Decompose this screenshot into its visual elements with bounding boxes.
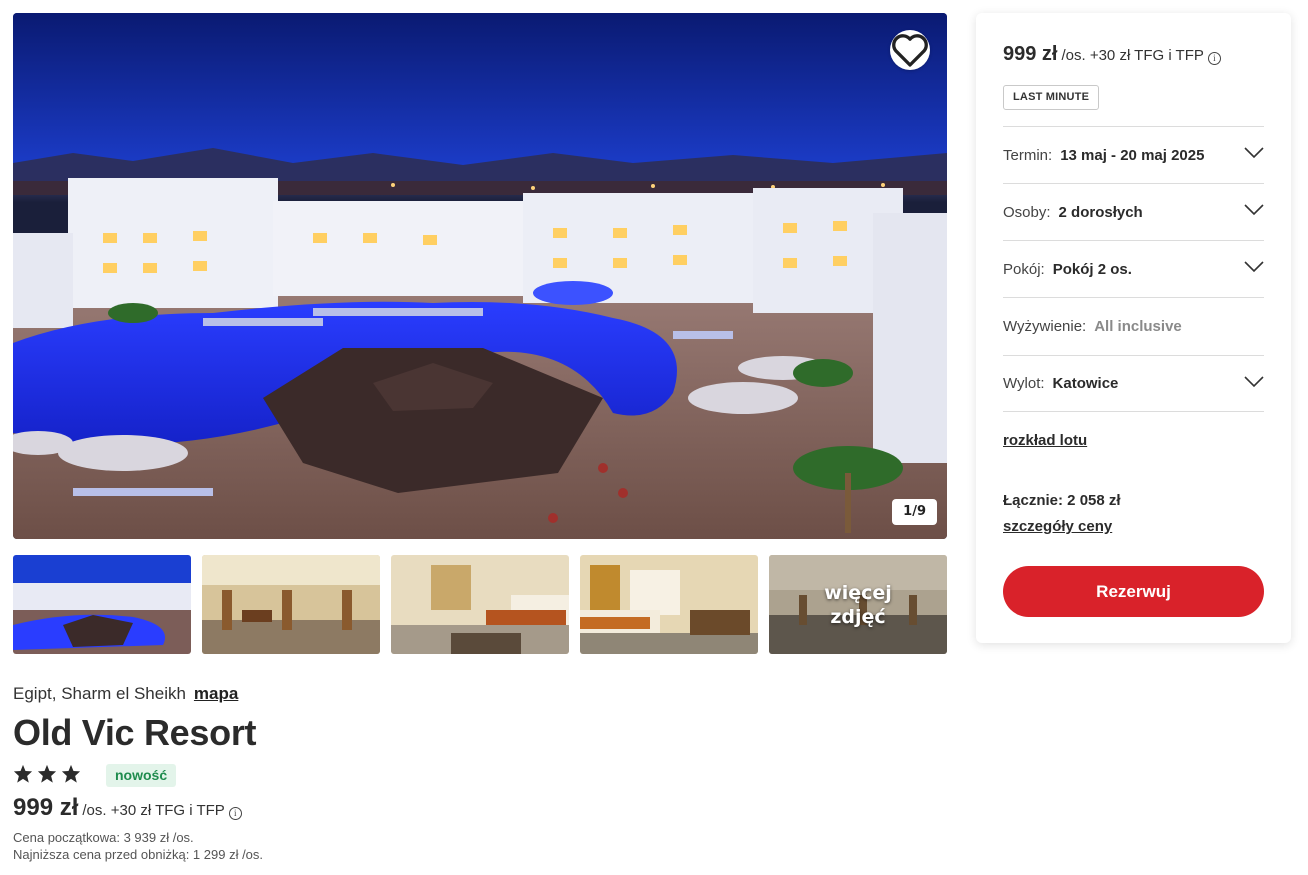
- price-suffix: /os. +30 zł TFG i TFP: [82, 802, 225, 819]
- thumbnail-2[interactable]: [202, 555, 380, 654]
- thumbnail-4[interactable]: [580, 555, 758, 654]
- thumbnail-strip: więcej zdjęć: [13, 555, 947, 654]
- departure-selector[interactable]: Wylot: Katowice: [1003, 355, 1264, 412]
- room-label: Pokój:: [1003, 260, 1045, 278]
- room-value: Pokój 2 os.: [1052, 260, 1132, 278]
- thumbnail-more-photos[interactable]: więcej zdjęć: [769, 555, 947, 654]
- resort-night-photo: [13, 13, 947, 539]
- info-icon[interactable]: i: [228, 807, 242, 820]
- booking-panel: 999 zł /os. +30 zł TFG i TFP i LAST MINU…: [976, 13, 1291, 643]
- departure-label: Wylot:: [1003, 375, 1045, 392]
- flight-schedule-link[interactable]: rozkład lotu: [1003, 432, 1087, 449]
- date-label: Termin:: [1003, 146, 1053, 164]
- thumbnail-resort-night-image: [13, 555, 191, 654]
- date-value: 13 maj - 20 maj 2025: [1060, 146, 1205, 164]
- hotel-price: 999 zł /os. +30 zł TFG i TFP i: [13, 794, 242, 822]
- date-selector[interactable]: Termin: 13 maj - 20 maj 2025: [1003, 126, 1264, 183]
- panel-price-value: 999 zł: [1003, 43, 1058, 65]
- room-selector[interactable]: Pokój: Pokój 2 os.: [1003, 240, 1264, 297]
- hotel-location: Egipt, Sharm el Sheikh mapa: [13, 684, 238, 704]
- last-minute-badge: LAST MINUTE: [1003, 85, 1100, 110]
- star-icon: [13, 764, 33, 783]
- star-icon: [37, 764, 57, 783]
- chevron-down-icon: [1244, 147, 1264, 159]
- chevron-down-icon: [1244, 204, 1264, 216]
- original-price: Cena początkowa: 3 939 zł /os.: [13, 830, 194, 845]
- chevron-down-icon: [1244, 261, 1264, 273]
- main-photo[interactable]: 1/9: [13, 13, 947, 539]
- more-photos-label[interactable]: więcej zdjęć: [769, 555, 947, 654]
- info-icon[interactable]: i: [1207, 52, 1221, 65]
- board-value: All inclusive: [1094, 317, 1182, 335]
- hotel-name: Old Vic Resort: [13, 712, 257, 753]
- persons-selector[interactable]: Osoby: 2 dorosłych: [1003, 183, 1264, 240]
- thumbnail-room-2-image: [580, 555, 758, 654]
- board-label: Wyżywienie:: [1003, 317, 1087, 335]
- panel-price-suffix: /os. +30 zł TFG i TFP: [1061, 47, 1204, 64]
- persons-value: 2 dorosłych: [1058, 203, 1143, 221]
- thumbnail-room-image: [391, 555, 569, 654]
- persons-label: Osoby:: [1003, 203, 1051, 221]
- panel-price: 999 zł /os. +30 zł TFG i TFP i: [1003, 43, 1221, 66]
- board-info: Wyżywienie: All inclusive: [1003, 297, 1264, 354]
- total-price: Łącznie: 2 058 zł: [1003, 492, 1121, 509]
- photo-counter: 1/9: [892, 499, 937, 525]
- price-value: 999 zł: [13, 794, 79, 821]
- price-details-link[interactable]: szczegóły ceny: [1003, 518, 1112, 535]
- map-link[interactable]: mapa: [194, 684, 238, 703]
- location-text: Egipt, Sharm el Sheikh: [13, 684, 186, 703]
- thumbnail-3[interactable]: [391, 555, 569, 654]
- favorite-button[interactable]: [890, 30, 930, 70]
- thumbnail-lobby-image: [202, 555, 380, 654]
- star-rating: [13, 764, 81, 783]
- heart-icon: [892, 34, 928, 67]
- new-badge: nowość: [106, 764, 177, 787]
- departure-value: Katowice: [1052, 375, 1119, 392]
- star-icon: [61, 764, 81, 783]
- thumbnail-1[interactable]: [13, 555, 191, 654]
- book-button[interactable]: Rezerwuj: [1003, 566, 1264, 617]
- chevron-down-icon: [1244, 376, 1264, 388]
- lowest-price: Najniższa cena przed obniżką: 1 299 zł /…: [13, 847, 264, 862]
